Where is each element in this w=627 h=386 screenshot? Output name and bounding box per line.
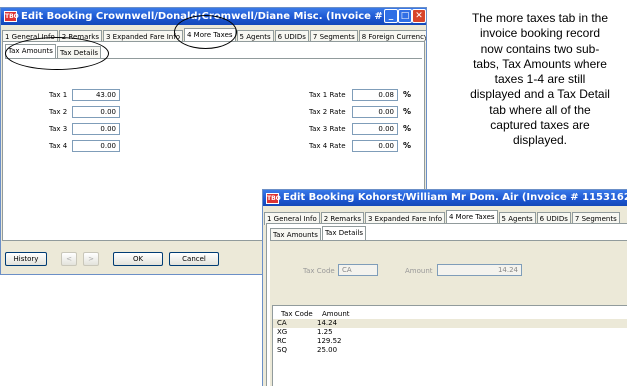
app-icon: TBO <box>266 193 281 204</box>
row-tax-code: CA <box>277 319 287 327</box>
tax-code-field[interactable]: CA <box>338 264 378 276</box>
column-header-amount[interactable]: Amount <box>322 310 350 318</box>
maximize-icon[interactable]: □ <box>398 9 412 23</box>
history-button[interactable]: History <box>5 252 47 266</box>
percent-sign: % <box>403 90 412 99</box>
tax-4-label: Tax 4 <box>49 142 68 150</box>
subtab-tax-details[interactable]: Tax Details <box>321 226 366 241</box>
tax-3-rate-field[interactable]: 0.00 <box>352 123 398 135</box>
row-tax-code: SQ <box>277 346 287 354</box>
minimize-icon[interactable]: _ <box>384 9 398 23</box>
tax-2-label: Tax 2 <box>49 108 68 116</box>
tax-1-field[interactable]: 43.00 <box>72 89 120 101</box>
row-tax-code: RC <box>277 337 287 345</box>
tax-2-rate-label: Tax 2 Rate <box>309 108 346 116</box>
table-row[interactable]: RC 129.52 <box>277 337 627 345</box>
tax-1-rate-field[interactable]: 0.08 <box>352 89 398 101</box>
cancel-button[interactable]: Cancel <box>169 252 219 266</box>
percent-sign: % <box>403 124 412 133</box>
edit-booking-window-2: TBO Edit Booking Kohorst/William Mr Dom. … <box>262 189 627 386</box>
tax-4-rate-label: Tax 4 Rate <box>309 142 346 150</box>
tax-4-field[interactable]: 0.00 <box>72 140 120 152</box>
next-button[interactable]: > <box>83 252 99 266</box>
row-amount: 1.25 <box>317 328 333 336</box>
row-amount: 14.24 <box>317 319 338 327</box>
row-tax-code: XG <box>277 328 288 336</box>
tax-1-label: Tax 1 <box>49 91 68 99</box>
close-icon[interactable]: ✕ <box>412 9 426 23</box>
highlight-ellipse-sub-tabs <box>5 37 109 70</box>
highlight-ellipse-more-taxes <box>174 15 237 49</box>
table-row[interactable]: CA 14.24 <box>277 319 627 327</box>
row-amount: 25.00 <box>317 346 338 354</box>
percent-sign: % <box>403 141 412 150</box>
tax-3-rate-label: Tax 3 Rate <box>309 125 346 133</box>
title-bar[interactable]: TBO Edit Booking Kohorst/William Mr Dom. … <box>263 190 627 206</box>
column-header-tax-code[interactable]: Tax Code <box>281 310 313 318</box>
percent-sign: % <box>403 107 412 116</box>
explanatory-caption: The more taxes tab in the invoice bookin… <box>470 11 610 148</box>
tax-2-rate-field[interactable]: 0.00 <box>352 106 398 118</box>
tax-3-field[interactable]: 0.00 <box>72 123 120 135</box>
more-taxes-panel: Tax Amounts Tax Details Tax Code CA Amoun… <box>266 223 627 386</box>
tax-1-rate-label: Tax 1 Rate <box>309 91 346 99</box>
tax-3-label: Tax 3 <box>49 125 68 133</box>
previous-button[interactable]: < <box>61 252 77 266</box>
amount-label: Amount <box>405 267 433 275</box>
window-title: Edit Booking Kohorst/William Mr Dom. Air… <box>283 192 627 203</box>
tax-details-list[interactable]: Tax Code Amount CA 14.24 XG 1.25 RC 129.52 … <box>272 305 627 386</box>
sub-tabs: Tax Amounts Tax Details <box>270 226 367 241</box>
ok-button[interactable]: OK <box>113 252 163 266</box>
app-icon: TBO <box>4 11 19 22</box>
row-amount: 129.52 <box>317 337 342 345</box>
amount-field[interactable]: 14.24 <box>437 264 522 276</box>
table-row[interactable]: SQ 25.00 <box>277 346 627 354</box>
tax-code-label: Tax Code <box>303 267 335 275</box>
tax-details-content: Tax Code CA Amount 14.24 Tax Code Amount… <box>270 240 627 386</box>
tax-2-field[interactable]: 0.00 <box>72 106 120 118</box>
tax-4-rate-field[interactable]: 0.00 <box>352 140 398 152</box>
table-row[interactable]: XG 1.25 <box>277 328 627 336</box>
